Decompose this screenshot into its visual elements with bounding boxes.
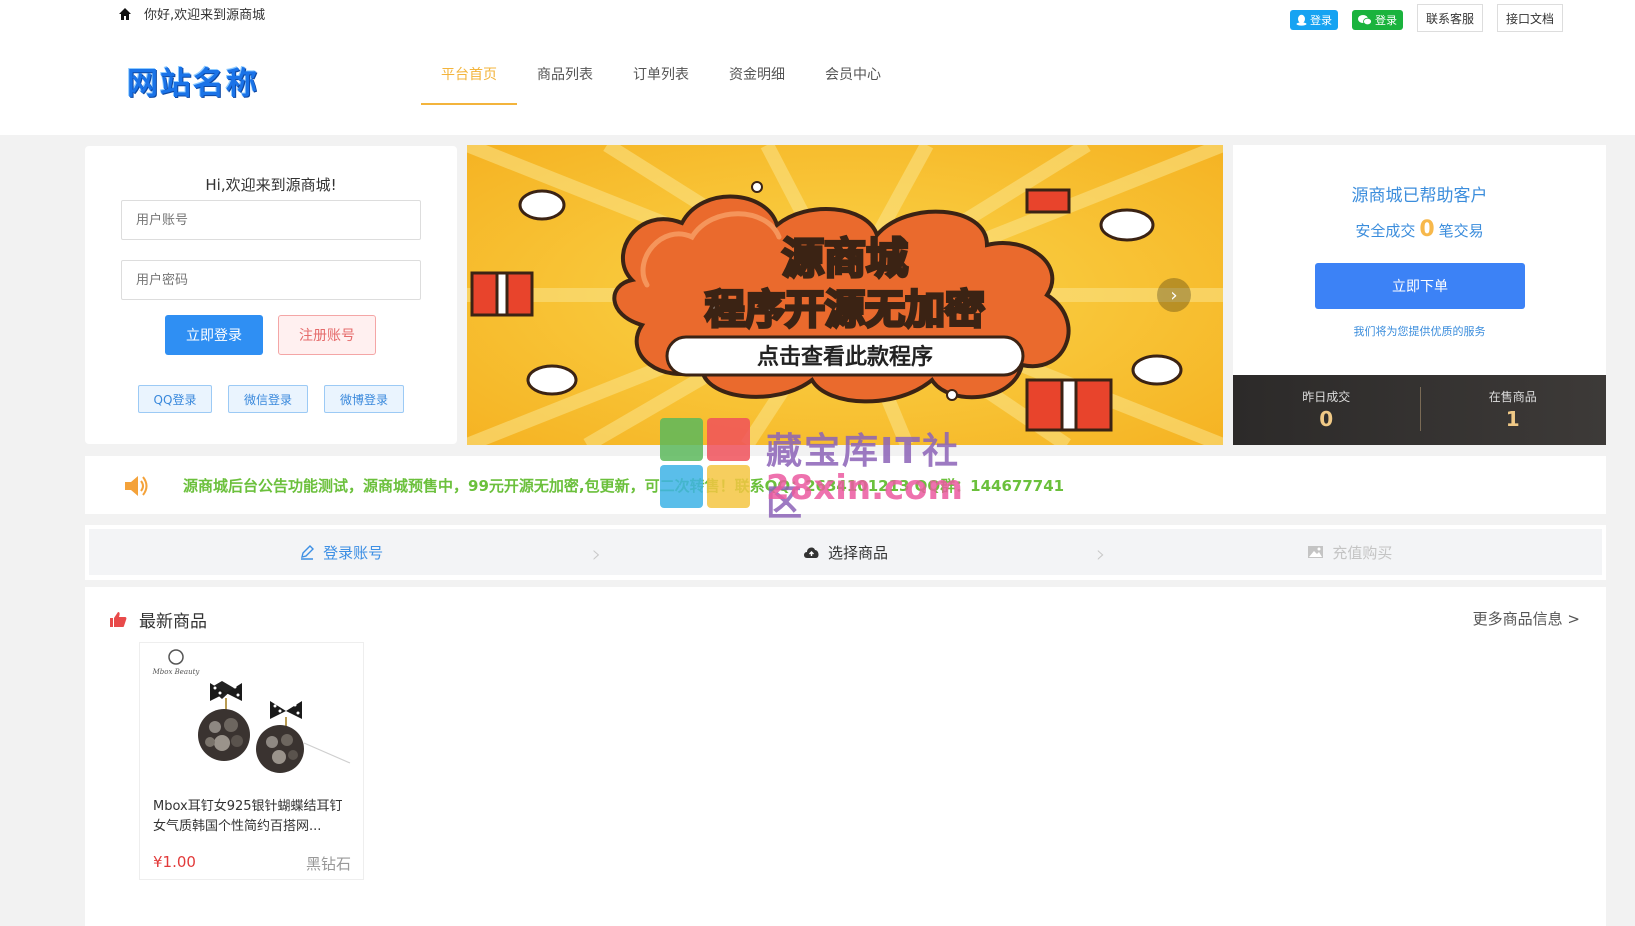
stat-yesterday-value: 0 [1319,407,1334,431]
qq-login-button[interactable]: 登录 [1289,10,1338,30]
step-login-label: 登录账号 [323,543,384,562]
top-actions: 登录 登录 联系客服 接口文档 [1289,4,1563,32]
earring-illustration: Mbox Beauty [152,649,351,773]
nav-orders[interactable]: 订单列表 [613,55,709,105]
promo-banner[interactable]: 源商城 程序开源无加密 点击查看此款程序 › [467,145,1223,445]
username-input[interactable] [121,200,421,240]
deals-prefix: 安全成交 [1355,222,1416,240]
main-nav: 平台首页 商品列表 订单列表 资金明细 会员中心 [421,55,901,105]
nav-funds[interactable]: 资金明细 [709,55,805,105]
wechat-icon [1357,15,1372,26]
stat-on-sale: 在售商品 1 [1419,375,1607,445]
stats-card: 源商城已帮助客户 安全成交 0 笔交易 立即下单 我们将为您提供优质的服务 [1233,145,1606,375]
stats-summary: 昨日成交 0 在售商品 1 [1233,375,1606,445]
qq-login-label: 登录 [1309,14,1332,27]
watermark-tile-blue [660,465,703,508]
password-input[interactable] [121,260,421,300]
step-recharge[interactable]: 充值购买 [1098,529,1602,575]
product-image[interactable]: Mbox Beauty [140,643,363,786]
top-header: 你好,欢迎来到源商城 登录 登录 联系客服 接口文档 网站名称 平台首页 商品列… [0,0,1635,135]
wechat-login-button[interactable]: 登录 [1351,10,1403,30]
step-login[interactable]: 登录账号 › [89,529,601,575]
wechat-login-label: 登录 [1374,14,1397,27]
products-title: 最新商品 [139,612,207,632]
step-select-label: 选择商品 [827,543,888,562]
site-watermark: 藏宝库IT社区 28xin.com [660,418,980,524]
qq-social-login[interactable]: QQ登录 [138,385,212,413]
step-select[interactable]: 选择商品 › [593,529,1106,575]
stat-on-sale-label: 在售商品 [1488,390,1537,404]
weibo-social-login[interactable]: 微博登录 [324,385,404,413]
banner-next-icon[interactable]: › [1157,278,1191,312]
qq-icon [1296,14,1307,26]
banner-cta: 点击查看此款程序 [757,344,933,370]
watermark-tile-yellow [707,465,750,508]
nav-products[interactable]: 商品列表 [517,55,613,105]
site-logo[interactable]: 网站名称 [127,58,259,103]
register-button[interactable]: 注册账号 [278,315,376,355]
stats-headline: 源商城已帮助客户 [1351,186,1488,206]
deals-count: 0 [1419,217,1435,242]
products-header: 最新商品 [109,607,207,632]
watermark-tile-red [707,418,750,461]
cloud-upload-icon [803,547,819,558]
stat-yesterday-label: 昨日成交 [1302,390,1351,404]
banner-subtitle: 程序开源无加密 [705,287,985,333]
home-icon[interactable] [118,7,132,21]
step-recharge-label: 充值购买 [1332,543,1393,562]
banner-title: 源商城 [782,234,908,283]
stats-deals: 安全成交 0 笔交易 [1233,217,1606,242]
login-title: Hi,欢迎来到源商城! [205,176,337,194]
deals-suffix: 笔交易 [1438,222,1484,240]
image-icon [1308,546,1324,558]
more-products-link[interactable]: 更多商品信息 > [1473,608,1580,629]
product-card[interactable]: Mbox Beauty Mbox耳钉女925银针蝴蝶结耳钉女气质韩国个性简约百搭… [139,642,364,880]
nav-home[interactable]: 平台首页 [421,55,517,105]
thumbs-up-icon [110,612,127,627]
product-image-brand: Mbox Beauty [152,668,201,676]
welcome-text: 你好,欢迎来到源商城 [144,8,266,23]
stat-on-sale-value: 1 [1505,407,1520,431]
order-now-button[interactable]: 立即下单 [1315,263,1525,309]
stats-note: 我们将为您提供优质的服务 [1353,325,1486,338]
login-card: Hi,欢迎来到源商城! 立即登录 注册账号 QQ登录 微信登录 微博登录 [85,146,457,444]
support-button[interactable]: 联系客服 [1416,4,1483,32]
product-tag: 黑钻石 [305,855,351,873]
banner-art: 源商城 程序开源无加密 点击查看此款程序 [467,145,1223,445]
stat-yesterday: 昨日成交 0 [1233,375,1420,445]
product-price: ¥1.00 [153,853,196,871]
wechat-social-login[interactable]: 微信登录 [228,385,308,413]
speaker-icon [125,476,148,496]
watermark-line2: 28xin.com [766,468,963,508]
welcome-bar: 你好,欢迎来到源商城 [118,4,265,23]
purchase-steps: 登录账号 › 选择商品 › 充值购买 [85,525,1606,580]
login-button[interactable]: 立即登录 [165,315,263,355]
edit-icon [301,545,315,560]
latest-products: 最新商品 更多商品信息 > Mbox Beauty Mbox耳钉女925银针蝴蝶… [85,587,1606,926]
watermark-tile-green [660,418,703,461]
api-docs-button[interactable]: 接口文档 [1496,4,1563,32]
nav-member[interactable]: 会员中心 [805,55,901,105]
product-name[interactable]: Mbox耳钉女925银针蝴蝶结耳钉女气质韩国个性简约百搭网... [153,797,353,837]
